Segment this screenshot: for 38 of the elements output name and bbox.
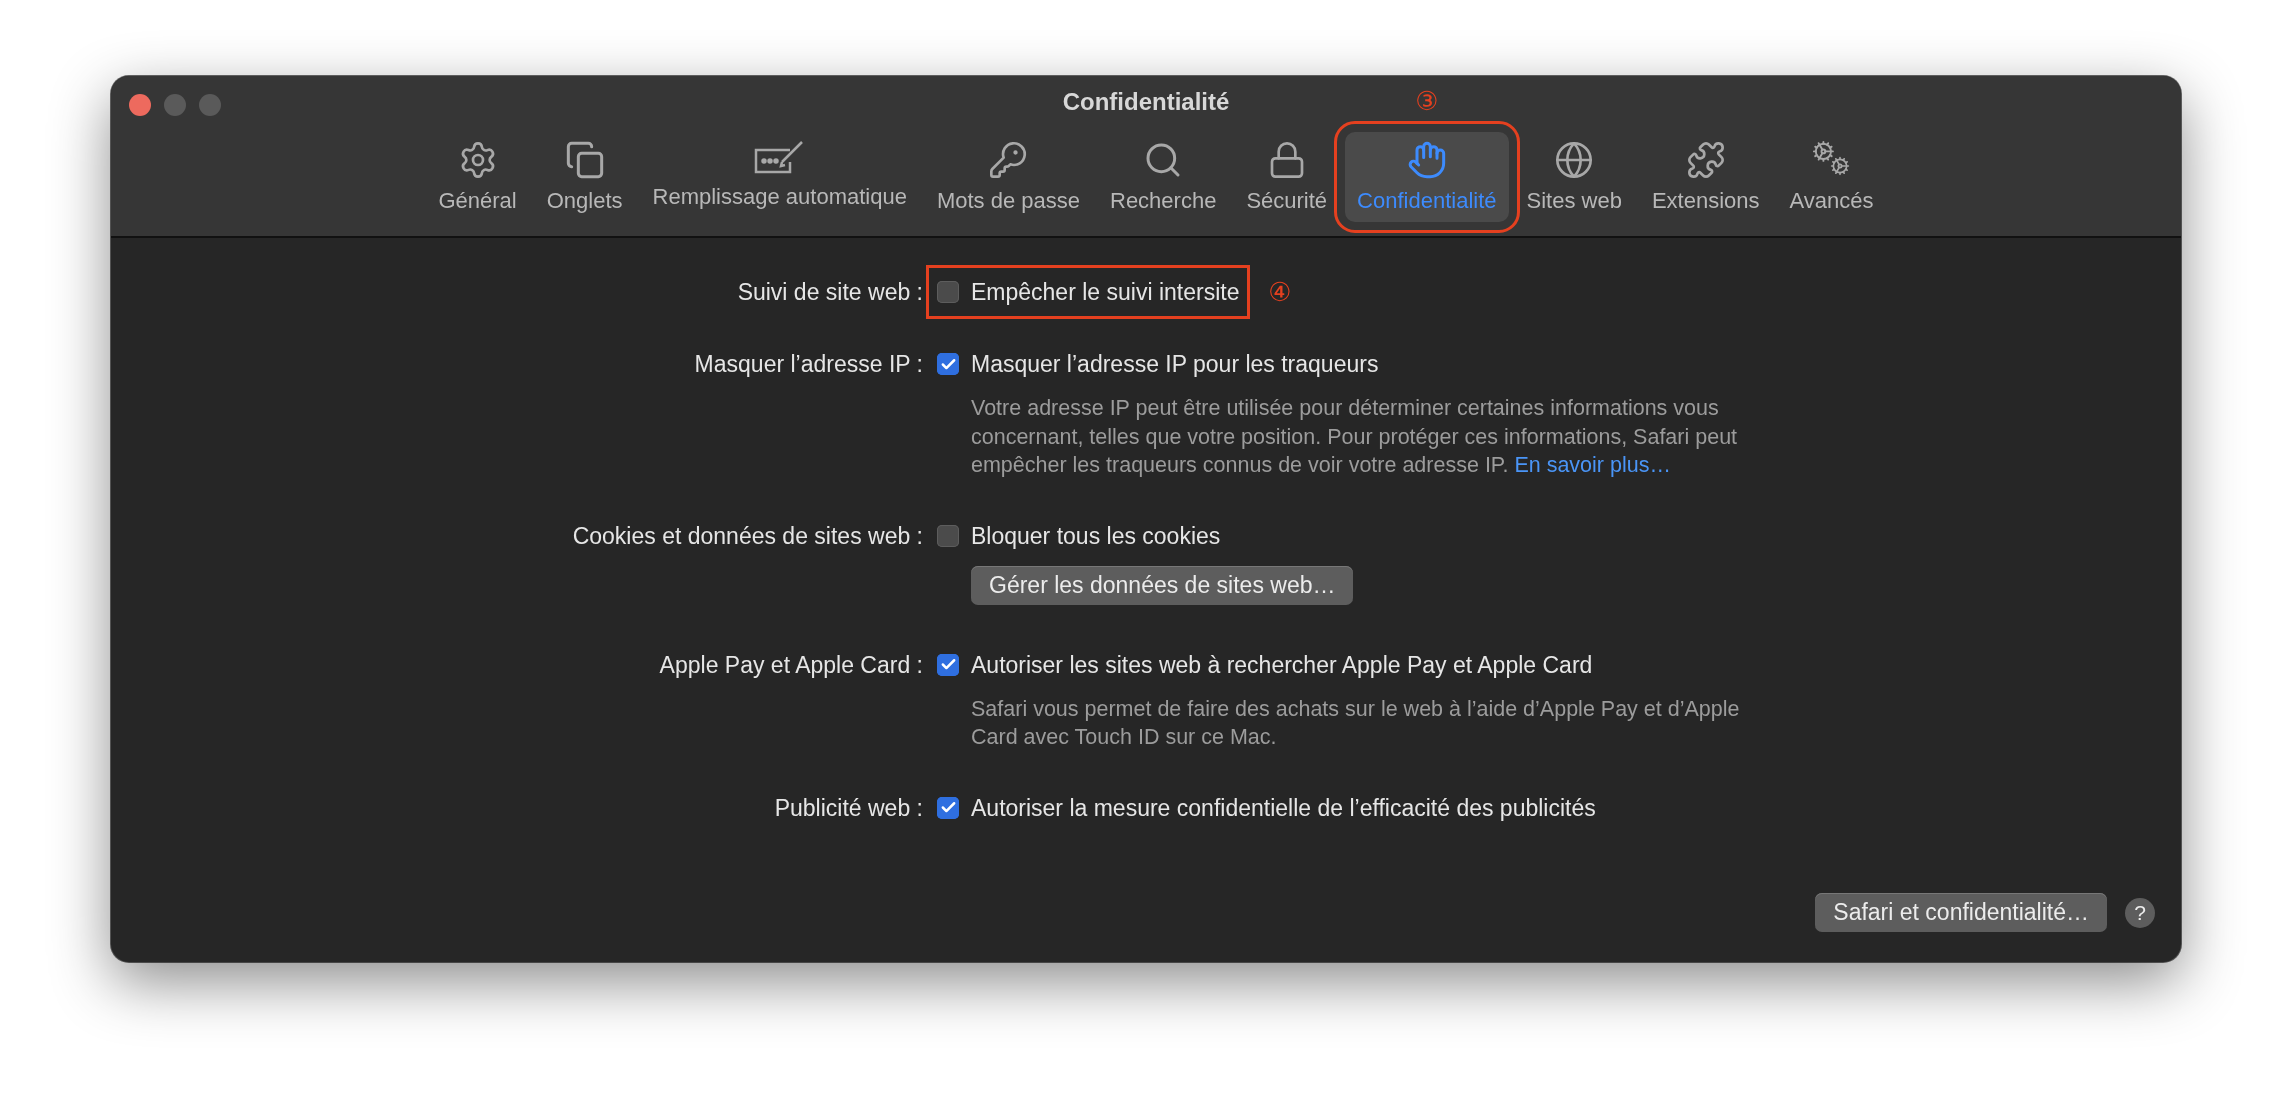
- toolbar-tab[interactable]: Extensions: [1639, 132, 1772, 222]
- checkbox-option[interactable]: Autoriser la mesure confidentielle de l’efficacité des publicités: [937, 791, 1596, 824]
- overlapping-squares-icon: [564, 140, 605, 180]
- checkbox[interactable]: [937, 653, 959, 676]
- setting-label: Publicité web :: [773, 793, 923, 823]
- checkbox-option[interactable]: Autoriser les sites web à rechercher Apple Pay et Apple Card: [937, 648, 1593, 681]
- description-text: Votre adresse IP peut être utilisée pour déterminer certaines informations vous concernant, telles que votre position. Pour protéger ces informations, Safari peut empêcher les traqueurs connus de voir votre adresse IP. En savoir plus…: [971, 395, 1739, 479]
- checkbox-option[interactable]: Bloquer tous les cookies: [937, 519, 1221, 552]
- globe-icon: [1554, 140, 1595, 180]
- step-number: ③: [1415, 88, 1439, 114]
- help-button[interactable]: ?: [2125, 897, 2155, 928]
- step-number: ④: [1268, 279, 1292, 305]
- checkbox[interactable]: [937, 353, 959, 375]
- checkbox[interactable]: [937, 281, 959, 303]
- setting-label: Masquer l’adresse IP :: [693, 350, 923, 379]
- description-text: Safari vous permet de faire des achats sur le web à l’aide d’Apple Pay et d’Apple Card avec Touch ID sur ce Mac.: [971, 695, 1741, 751]
- toolbar-tab[interactable]: Avancés: [1777, 132, 1886, 222]
- toolbar-tab[interactable]: Recherche: [1098, 132, 1229, 222]
- toolbar-tab[interactable]: Remplissage automatique: [640, 132, 919, 222]
- learn-more-link[interactable]: En savoir plus…: [1514, 453, 1671, 477]
- toolbar-tab[interactable]: Onglets: [534, 132, 635, 222]
- privacy-button[interactable]: Safari et confidentialité…: [1815, 893, 2107, 932]
- toolbar-tab[interactable]: Sites web: [1514, 132, 1634, 222]
- manage-data-button[interactable]: Gérer les données de sites web…: [971, 565, 1354, 605]
- setting-label: Cookies et données de sites web :: [571, 521, 923, 551]
- toolbar-tab[interactable]: Général: [426, 132, 529, 222]
- setting-label: Suivi de site web :: [736, 278, 923, 307]
- key-icon: [988, 140, 1029, 180]
- hand-icon: [1406, 140, 1447, 180]
- toolbar-tab[interactable]: Mots de passe: [924, 132, 1092, 222]
- checkbox-option[interactable]: Masquer l’adresse IP pour les traqueurs: [937, 348, 1379, 380]
- checkbox[interactable]: [937, 796, 959, 819]
- close-button[interactable]: [129, 94, 151, 116]
- toolbar-tab[interactable]: Sécurité: [1234, 132, 1340, 222]
- window-title: Confidentialité: [1062, 88, 1230, 117]
- setting-label: Apple Pay et Apple Card :: [658, 650, 923, 680]
- checkbox[interactable]: [937, 524, 959, 547]
- puzzle-piece-icon: [1685, 140, 1726, 180]
